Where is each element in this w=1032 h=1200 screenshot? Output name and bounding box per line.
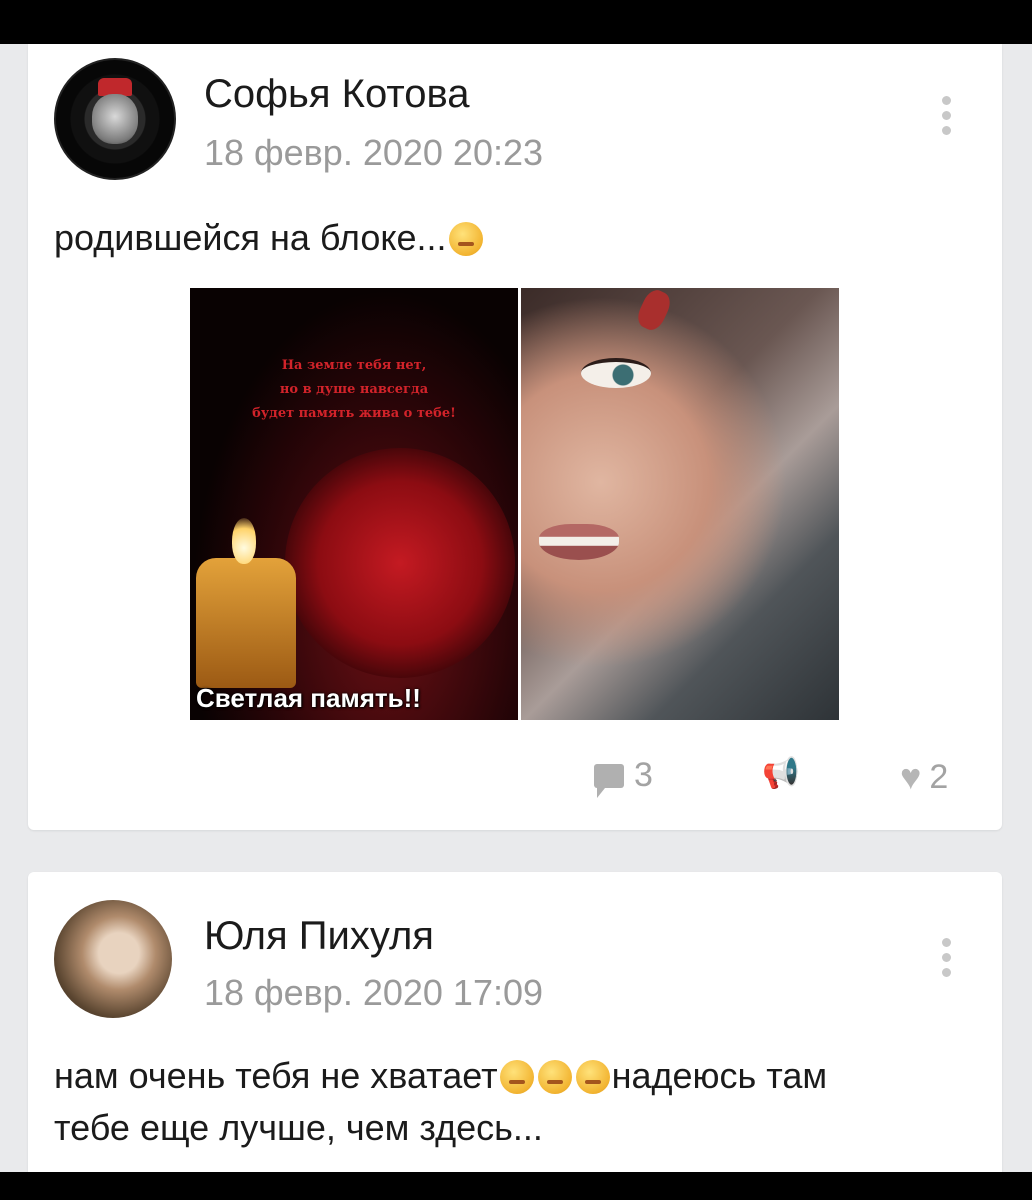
more-vertical-icon[interactable] <box>942 96 952 141</box>
post-card: Софья Котова 18 февр. 2020 20:23 родивше… <box>28 44 1002 830</box>
post-text-content: родившейся на блоке... <box>54 217 447 258</box>
persevering-face-emoji-icon <box>575 1060 610 1094</box>
persevering-face-emoji-icon <box>537 1060 572 1094</box>
lion-icon <box>92 94 138 144</box>
photo-detail <box>581 358 651 388</box>
avatar[interactable] <box>54 58 176 180</box>
avatar[interactable] <box>54 900 172 1018</box>
photo-poem-line: На земле тебя нет, <box>281 358 427 373</box>
heart-icon: ♥ <box>900 756 922 797</box>
comments-count: 3 <box>634 756 653 794</box>
attached-photo-portrait[interactable] <box>521 288 839 720</box>
post-text-content: тебе еще лучше, чем здесь... <box>54 1107 543 1148</box>
post-text: родившейся на блоке... <box>54 212 485 264</box>
attached-photo-memorial[interactable]: На земле тебя нет, но в душе навсегда бу… <box>190 288 518 720</box>
post-text-content: надеюсь там <box>611 1055 828 1096</box>
photo-caption: Светлая память!! <box>196 683 421 713</box>
post-date[interactable]: 18 февр. 2020 20:23 <box>204 132 543 174</box>
comment-button[interactable]: 3 <box>594 756 653 798</box>
photo-detail <box>539 524 619 560</box>
share-button[interactable]: 📢 <box>762 756 799 791</box>
post-date[interactable]: 18 февр. 2020 17:09 <box>204 972 543 1014</box>
bottom-bar <box>0 1172 1032 1200</box>
share-icon: 📢 <box>762 757 800 790</box>
post-text-content: нам очень тебя не хватает <box>54 1055 498 1096</box>
post-actions: 3 📢 ♥ 2 <box>28 756 1002 798</box>
post-author[interactable]: Софья Котова <box>204 72 470 117</box>
photo-detail <box>633 288 675 334</box>
post-card: Юля Пихуля 18 февр. 2020 17:09 нам очень… <box>28 872 1002 1192</box>
post-author[interactable]: Юля Пихуля <box>204 914 434 959</box>
photo-poem-line: будет память жива о тебе! <box>252 406 456 421</box>
post-text: нам очень тебя не хватает надеюсь там теб… <box>54 1050 827 1154</box>
photo-poem-line: но в душе навсегда <box>279 382 429 397</box>
candle <box>196 558 296 688</box>
roses-bouquet <box>285 448 515 678</box>
more-vertical-icon[interactable] <box>942 938 952 983</box>
comment-icon <box>594 763 624 798</box>
photo-poem: На земле тебя нет, но в душе навсегда бу… <box>200 354 508 426</box>
like-button[interactable]: ♥ 2 <box>900 756 948 798</box>
likes-count: 2 <box>929 757 949 796</box>
candle-flame <box>232 518 256 564</box>
top-status-bar <box>0 0 1032 44</box>
persevering-face-emoji-icon <box>499 1060 534 1094</box>
pleading-face-emoji-icon <box>448 222 483 256</box>
